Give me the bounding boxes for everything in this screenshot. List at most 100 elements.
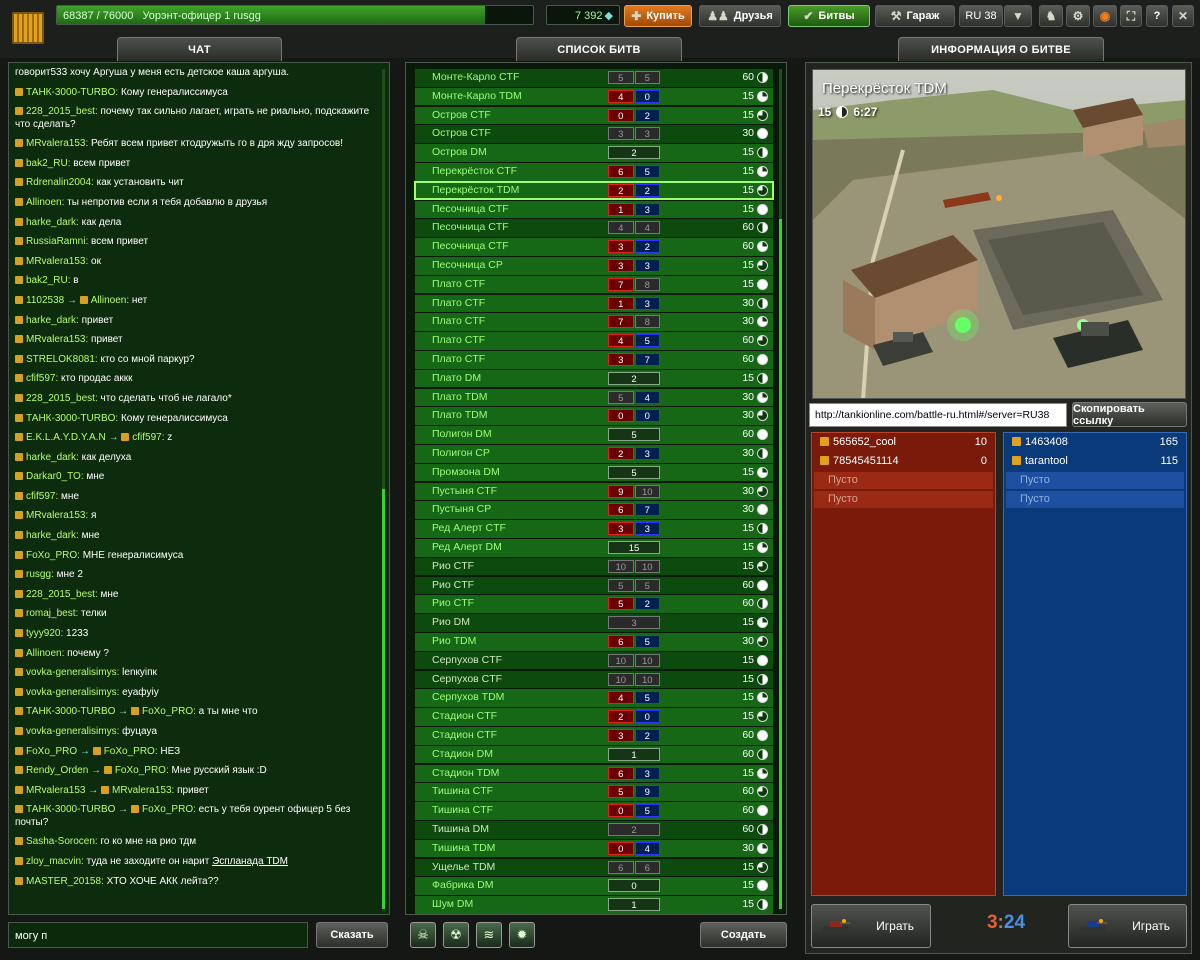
chat-author[interactable]: vovka-generalisimys: [26, 726, 119, 737]
battle-row[interactable]: Плато TDM 0 0 30 [415, 407, 773, 425]
battle-row[interactable]: Перекрёсток CTF 6 5 15 [415, 163, 773, 181]
cp-filter-button[interactable]: ✹ [509, 922, 535, 948]
chat-author[interactable]: harke_dark: [26, 530, 79, 541]
battle-row[interactable]: Шум DM 1 15 [415, 896, 773, 914]
chat-author[interactable]: FoXo_PRO [26, 746, 77, 757]
chat-author[interactable]: harke_dark: [26, 452, 79, 463]
chat-author[interactable]: cfif597: [26, 491, 58, 502]
battle-row[interactable]: Стадион CTF 2 0 15 [415, 708, 773, 726]
chat-author[interactable]: ТАНК-3000-TURBO: [26, 87, 118, 98]
battle-row[interactable]: Ущелье TDM 6 6 15 [415, 858, 773, 877]
chat-author[interactable]: cfif597: [26, 373, 58, 384]
chat-author[interactable]: zloy_macvin: [26, 856, 84, 867]
battle-row[interactable]: Плато CTF 1 3 30 [415, 294, 773, 313]
battle-row[interactable]: Пустыня CTF 9 10 30 [415, 482, 773, 501]
battle-row[interactable]: Плато CTF 7 8 15 [415, 275, 773, 294]
battle-row[interactable]: Серпухов TDM 4 5 15 [415, 689, 773, 707]
chat-author[interactable]: Allinoen: [26, 197, 64, 208]
referral-button[interactable]: ♞ [1039, 5, 1063, 27]
chat-author[interactable]: harke_dark: [26, 315, 79, 326]
ctf-filter-button[interactable]: ☠ [410, 922, 436, 948]
battle-row[interactable]: Рио TDM 6 5 30 [415, 633, 773, 651]
dm-filter-button[interactable]: ≋ [476, 922, 502, 948]
battle-row[interactable]: Тишина CTF 0 5 60 [415, 802, 773, 820]
chat-author[interactable]: MRvalera153 [26, 785, 85, 796]
buy-button[interactable]: ✚ Купить [624, 5, 692, 27]
battle-row[interactable]: Фабрика DM 0 15 [415, 877, 773, 895]
chat-author[interactable]: Rdrenalin2004: [26, 177, 94, 188]
chat-author[interactable]: MRvalera153: [26, 256, 88, 267]
battle-row[interactable]: Песочница CTF 1 3 15 [415, 200, 773, 219]
battle-row[interactable]: Тишина DM 2 60 [415, 821, 773, 839]
battle-row[interactable]: Стадион TDM 6 3 15 [415, 764, 773, 783]
chat-author[interactable]: bak2_RU: [26, 158, 70, 169]
chat-author[interactable]: MASTER_20158: [26, 876, 104, 887]
battle-row[interactable]: Стадион CTF 3 2 60 [415, 727, 773, 745]
chat-author[interactable]: ТАНК-3000-TURBO: [26, 413, 118, 424]
battle-row[interactable]: Песочница CTF 3 2 60 [415, 238, 773, 256]
battle-row[interactable]: Плато CTF 3 7 60 [415, 351, 773, 369]
chat-author[interactable]: ТАНК-3000-TURBO [26, 706, 115, 717]
chat-author[interactable]: Allinoen: [26, 648, 64, 659]
battle-row[interactable]: Остров CTF 3 3 30 [415, 125, 773, 143]
battle-row[interactable]: Рио CTF 10 10 15 [415, 557, 773, 576]
battle-row[interactable]: Стадион DM 1 60 [415, 745, 773, 764]
chat-author[interactable]: 1102538 [26, 295, 64, 306]
chat-recipient[interactable]: cfif597: [132, 432, 164, 443]
battle-row[interactable]: Полигон CP 2 3 30 [415, 445, 773, 463]
chat-author[interactable]: romaj_best: [26, 608, 78, 619]
battle-row[interactable]: Тишина TDM 0 4 30 [415, 839, 773, 858]
team-player-row[interactable]: 1463408 165 [1006, 434, 1184, 451]
battle-row[interactable]: Перекрёсток TDM 2 2 15 [414, 180, 774, 201]
chat-author[interactable]: harke_dark: [26, 217, 79, 228]
chat-author[interactable]: E.K.L.A.Y.D.Y.A.N [26, 432, 106, 443]
chat-author[interactable]: Sasha-Sorocen: [26, 836, 98, 847]
battles-button[interactable]: ✔ Битвы [788, 5, 870, 27]
chat-scrollbar[interactable] [382, 69, 385, 909]
chat-author[interactable]: FoXo_PRO: [26, 550, 80, 561]
chat-author[interactable]: MRvalera153: [26, 138, 88, 149]
create-battle-button[interactable]: Создать [700, 922, 787, 948]
chat-scrollbar-thumb[interactable] [382, 489, 385, 909]
play-blue-button[interactable]: Играть [1068, 904, 1187, 948]
chat-author[interactable]: Rendy_Orden [26, 765, 88, 776]
battle-row[interactable]: Плато CTF 4 5 60 [415, 332, 773, 350]
chat-author[interactable]: tyyy920: [26, 628, 63, 639]
chat-author[interactable]: STRELOK8081: [26, 354, 98, 365]
battle-list-scrollbar-thumb[interactable] [779, 219, 782, 909]
battle-row[interactable]: Рио CTF 5 5 60 [415, 576, 773, 595]
chat-author[interactable]: MRvalera153: [26, 334, 88, 345]
battle-row[interactable]: Тишина CTF 5 9 60 [415, 783, 773, 801]
battle-link[interactable]: Эспланада TDM [212, 856, 288, 867]
battle-row[interactable]: Серпухов CTF 10 10 15 [415, 670, 773, 689]
chat-author[interactable]: 228_2015_best: [26, 589, 98, 600]
battle-row[interactable]: Песочница CP 3 3 15 [415, 257, 773, 275]
chat-recipient[interactable]: MRvalera153: [112, 785, 174, 796]
team-player-row[interactable]: tarantool 115 [1006, 453, 1184, 470]
close-button[interactable]: ✕ [1172, 5, 1194, 27]
battle-row[interactable]: Остров DM 2 15 [415, 144, 773, 162]
battle-row[interactable]: Серпухов CTF 10 10 15 [415, 651, 773, 670]
battle-row[interactable]: Плато TDM 5 4 30 [415, 388, 773, 407]
battle-row[interactable]: Рио DM 3 15 [415, 614, 773, 632]
chat-author[interactable]: Darkar0_TO: [26, 471, 84, 482]
chat-author[interactable]: RussiaRamni: [26, 236, 88, 247]
battle-row[interactable]: Остров CTF 0 2 15 [415, 106, 773, 125]
battle-row[interactable]: Ред Алерт DM 15 15 [415, 539, 773, 557]
battle-row[interactable]: Монте-Карло TDM 4 0 15 [415, 87, 773, 106]
battle-row[interactable]: Плато DM 2 15 [415, 369, 773, 388]
server-dropdown-button[interactable]: ▼ [1004, 5, 1032, 27]
settings-button[interactable]: ⚙ [1066, 5, 1090, 27]
say-button[interactable]: Сказать [316, 922, 388, 948]
copy-link-button[interactable]: Скопировать ссылку [1072, 402, 1187, 427]
battle-row[interactable]: Полигон DM 5 60 [415, 426, 773, 444]
chat-author[interactable]: rusgg: [26, 569, 54, 580]
battle-row[interactable]: Ред Алерт CTF 3 3 15 [415, 520, 773, 538]
tdm-filter-button[interactable]: ☢ [443, 922, 469, 948]
battle-row[interactable]: Пустыня CP 6 7 30 [415, 501, 773, 519]
chat-author[interactable]: 228_2015_best: [26, 106, 98, 117]
chat-recipient[interactable]: FoXo_PRO: [115, 765, 169, 776]
battle-row[interactable]: Плато CTF 7 8 30 [415, 313, 773, 331]
chat-recipient[interactable]: Allinoen: [91, 295, 129, 306]
team-player-row[interactable]: 78545451114 0 [814, 453, 993, 470]
